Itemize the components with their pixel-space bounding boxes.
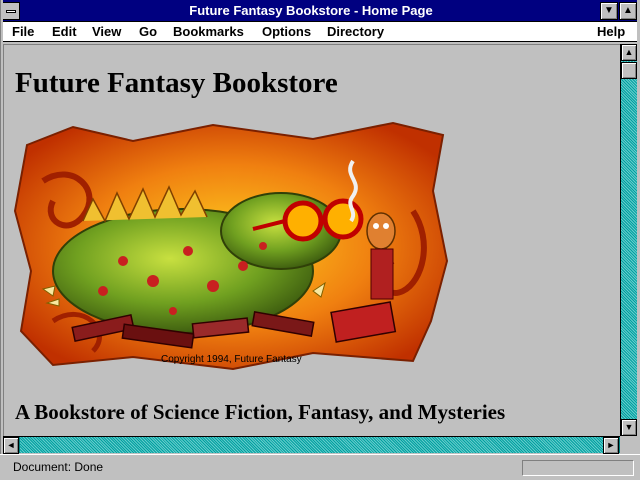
banner-image[interactable] (13, 121, 449, 371)
menu-view[interactable]: View (92, 24, 121, 39)
window-title: Future Fantasy Bookstore - Home Page (189, 3, 433, 18)
vertical-scroll-track[interactable] (621, 61, 637, 419)
browser-window: Future Fantasy Bookstore - Home Page ▼ ▲… (0, 0, 640, 480)
scroll-right-button[interactable]: ► (603, 437, 619, 454)
scroll-up-button[interactable]: ▲ (621, 44, 637, 61)
scroll-down-button[interactable]: ▼ (621, 419, 637, 436)
horizontal-scrollbar[interactable]: ◄ ► (3, 436, 620, 454)
status-bar: Document: Done (0, 454, 640, 480)
system-menu-icon (6, 10, 16, 13)
horizontal-scroll-track[interactable] (20, 437, 603, 453)
vertical-scroll-thumb[interactable] (621, 62, 637, 79)
vertical-scrollbar[interactable]: ▲ ▼ (620, 44, 637, 436)
menu-directory[interactable]: Directory (327, 24, 384, 39)
banner-copyright: Copyright 1994, Future Fantasy (161, 354, 302, 365)
goblin-figure (366, 212, 396, 300)
scroll-left-button[interactable]: ◄ (3, 437, 19, 454)
menu-bookmarks[interactable]: Bookmarks (173, 24, 244, 39)
page-content: Future Fantasy Bookstore Copyright 1994,… (3, 44, 620, 436)
system-menu-button[interactable] (2, 2, 20, 20)
title-bar[interactable]: Future Fantasy Bookstore - Home Page ▼ ▲ (0, 0, 640, 22)
menu-options[interactable]: Options (262, 24, 311, 39)
menu-go[interactable]: Go (139, 24, 157, 39)
page-title: Future Fantasy Bookstore (15, 67, 338, 99)
maximize-button[interactable]: ▲ (619, 2, 637, 20)
page-subtitle: A Bookstore of Science Fiction, Fantasy,… (15, 400, 506, 424)
progress-indicator (522, 460, 634, 476)
menu-help[interactable]: Help (597, 24, 625, 39)
menu-edit[interactable]: Edit (52, 24, 77, 39)
dragon-head (220, 192, 342, 270)
menu-file[interactable]: File (12, 24, 34, 39)
scrollbar-corner (620, 436, 637, 453)
minimize-button[interactable]: ▼ (600, 2, 618, 20)
status-text: Document: Done (13, 460, 104, 474)
menu-bar: File Edit View Go Bookmarks Options Dire… (0, 22, 640, 42)
